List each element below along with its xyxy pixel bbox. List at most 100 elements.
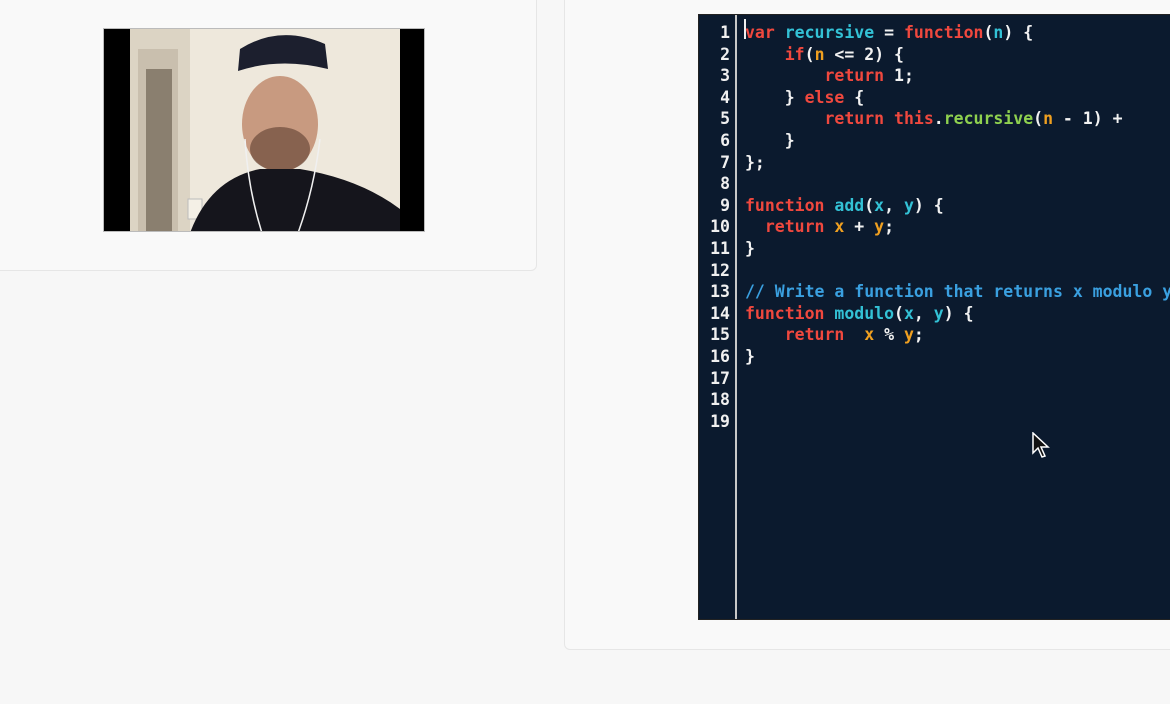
code-token: n (993, 23, 1004, 42)
code-line[interactable]: return x + y; (745, 216, 894, 238)
line-number: 13 (710, 282, 730, 302)
code-token: 1; (884, 66, 914, 86)
text-caret (744, 19, 746, 39)
code-token: ) { (1003, 23, 1034, 42)
code-token: x (834, 217, 845, 237)
code-token: { (844, 87, 865, 107)
webcam-frame (130, 29, 400, 231)
code-editor[interactable]: 1 2 3 4 5 6 7 8 9 10 11 12 13 14 15 16 17 18 19 var recurs… (698, 14, 1170, 620)
code-line[interactable]: } else { (745, 87, 865, 109)
code-token: . (933, 109, 944, 129)
code-token: function (745, 195, 825, 215)
code-token: , (913, 303, 934, 323)
code-token: , (884, 195, 904, 215)
code-token: x (864, 325, 875, 345)
line-number: 10 (710, 217, 730, 237)
code-token: // Write a function that returns x modul… (745, 282, 1170, 302)
line-number: 16 (710, 347, 730, 366)
code-token: y (903, 195, 914, 215)
code-token: y (933, 303, 944, 323)
line-number: 4 (720, 87, 730, 107)
line-number: 6 (720, 131, 730, 150)
code-token: function (903, 23, 984, 42)
code-line[interactable]: if(n <= 2) { (745, 44, 904, 66)
code-token: }; (745, 152, 765, 172)
code-token: ( (983, 23, 994, 42)
line-number: 17 (710, 368, 730, 388)
webcam-video[interactable] (103, 28, 425, 232)
code-token: y (903, 325, 914, 345)
code-token: var (745, 23, 785, 42)
code-token: x (874, 195, 885, 215)
code-token: modulo (834, 303, 895, 323)
line-number: 2 (720, 44, 730, 64)
code-line[interactable]: } (745, 130, 795, 152)
line-number: 1 (720, 23, 730, 42)
code-token: recursive (784, 23, 875, 42)
code-token: = (874, 23, 904, 42)
code-line[interactable]: } (745, 346, 755, 368)
code-token: return (784, 325, 845, 345)
code-token: x (903, 303, 914, 323)
participant-image (130, 29, 400, 231)
code-token: n (814, 44, 825, 64)
code-token: n (1043, 109, 1053, 129)
code-token: } (745, 239, 755, 258)
code-token: return (764, 217, 825, 237)
code-line[interactable]: var recursive = function(n) { (745, 22, 1033, 44)
code-line[interactable]: function add(x, y) { (745, 195, 944, 217)
line-number: 8 (720, 174, 730, 194)
code-token: add (834, 195, 865, 215)
code-token: y (874, 217, 885, 237)
code-token: return (824, 66, 885, 86)
code-line[interactable]: return x % y; (745, 324, 924, 346)
code-token: ( (864, 195, 875, 215)
code-token: ) { (943, 303, 974, 323)
code-token: + (844, 217, 875, 237)
code-token: } (745, 87, 805, 107)
code-token: ( (804, 44, 815, 64)
code-token: } (745, 347, 755, 366)
code-line[interactable]: // Write a function that returns x modul… (745, 281, 1170, 303)
code-line[interactable]: return 1; (745, 65, 914, 87)
line-number: 18 (710, 390, 730, 410)
line-number: 12 (710, 260, 730, 280)
code-token: ; (913, 325, 924, 345)
code-token: return (824, 109, 885, 129)
code-token: this (894, 109, 934, 129)
code-line[interactable]: } (745, 238, 755, 260)
code-token: ( (1033, 109, 1044, 129)
code-token: } (745, 131, 795, 150)
line-number: 9 (720, 195, 730, 215)
line-number: 15 (710, 325, 730, 345)
line-number: 3 (720, 66, 730, 86)
code-token: - 1) + (1053, 109, 1123, 129)
line-number: 7 (720, 152, 730, 172)
code-token: ; (884, 217, 895, 237)
code-token: ( (894, 303, 904, 323)
code-line[interactable]: return this.recursive(n - 1) + (745, 108, 1123, 130)
code-token: % (874, 325, 904, 345)
code-line[interactable]: function modulo(x, y) { (745, 303, 974, 325)
line-number: 11 (710, 239, 730, 258)
code-token: ) { (913, 195, 944, 215)
code-token: function (745, 303, 825, 323)
code-token: recursive (943, 109, 1034, 129)
code-token: if (784, 44, 805, 64)
line-number: 14 (710, 303, 730, 323)
line-number: 19 (710, 411, 730, 431)
line-number: 5 (720, 109, 730, 129)
code-line[interactable]: }; (745, 152, 765, 174)
code-token: <= 2) { (824, 44, 904, 64)
mouse-pointer-icon (1032, 432, 1050, 458)
